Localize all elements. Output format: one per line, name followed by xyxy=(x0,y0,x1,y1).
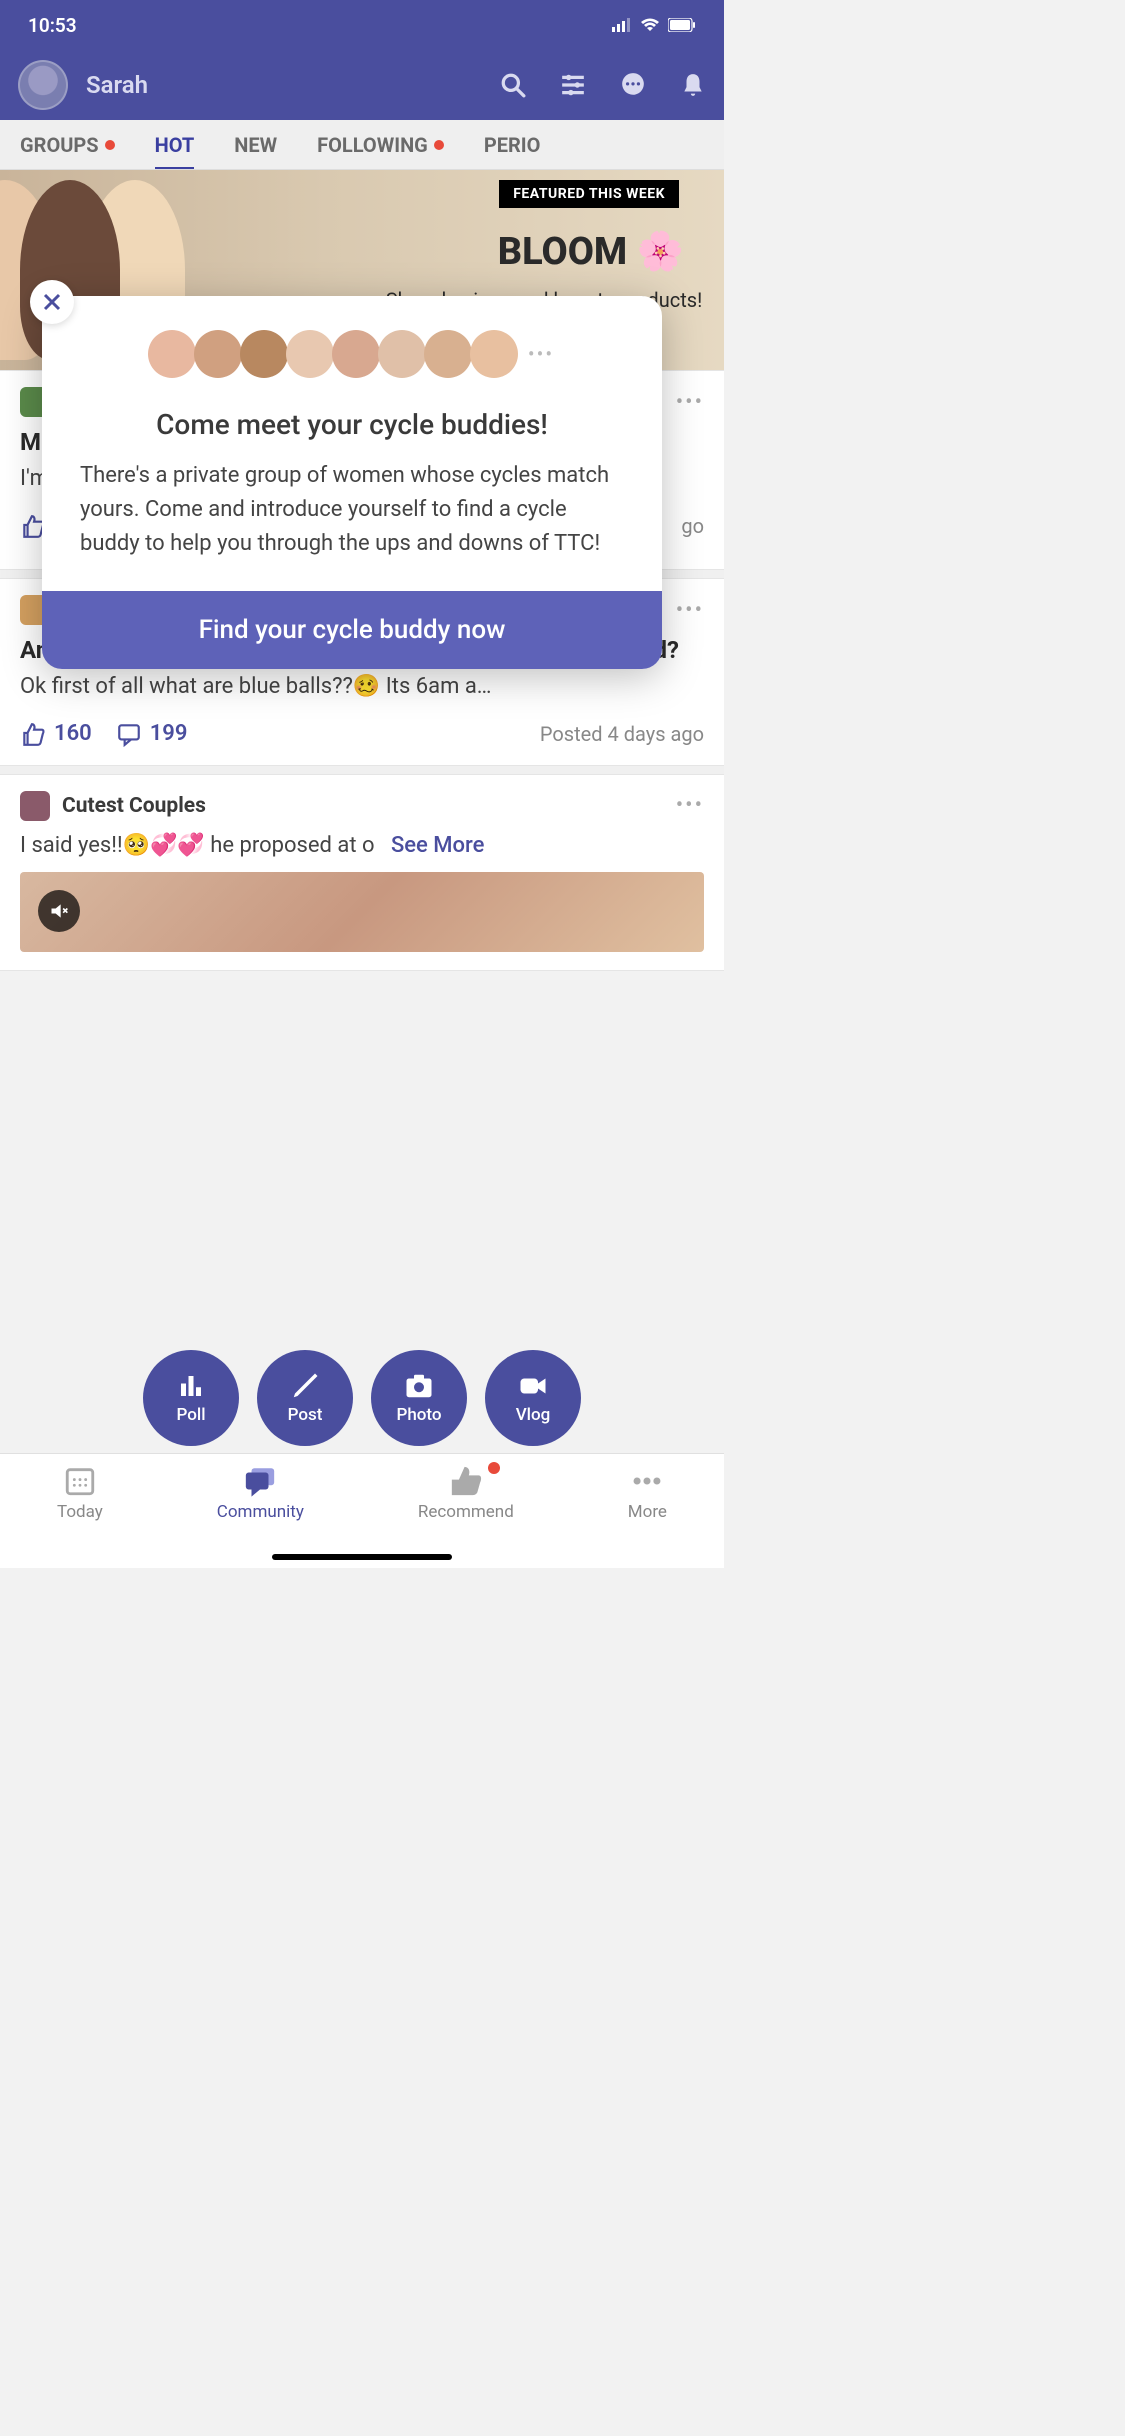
post-menu-icon[interactable]: ••• xyxy=(676,390,704,415)
modal-body: There's a private group of women whose c… xyxy=(42,459,662,591)
fab-poll[interactable]: Poll xyxy=(143,1350,239,1446)
fab-vlog[interactable]: Vlog xyxy=(485,1350,581,1446)
chat-icon[interactable] xyxy=(620,72,646,98)
tab-groups[interactable]: GROUPS xyxy=(20,133,115,157)
post-time: go xyxy=(681,514,704,538)
mute-button[interactable] xyxy=(38,890,80,932)
badge-dot xyxy=(488,1462,500,1474)
post-body: Ok first of all what are blue balls??🥴 I… xyxy=(20,672,704,703)
tab-hot[interactable]: HOT xyxy=(155,133,195,157)
app-header: Sarah xyxy=(0,50,724,120)
user-avatar[interactable] xyxy=(18,60,68,110)
modal-avatars: ••• xyxy=(42,296,662,398)
more-dots-icon: ••• xyxy=(528,342,554,366)
search-icon[interactable] xyxy=(500,72,526,98)
nav-community[interactable]: Community xyxy=(217,1464,304,1522)
comment-button[interactable]: 199 xyxy=(116,721,188,747)
fab-post[interactable]: Post xyxy=(257,1350,353,1446)
fab-photo[interactable]: Photo xyxy=(371,1350,467,1446)
bell-icon[interactable] xyxy=(680,72,706,98)
tab-period[interactable]: PERIO xyxy=(484,133,541,157)
post-menu-icon[interactable]: ••• xyxy=(676,598,704,623)
post-time: Posted 4 days ago xyxy=(540,722,704,746)
banner-title: BLOOM 🌸 xyxy=(498,230,684,274)
cellular-icon xyxy=(612,18,632,32)
user-name[interactable]: Sarah xyxy=(86,71,482,99)
wifi-icon xyxy=(640,18,660,32)
status-time: 10:53 xyxy=(28,14,77,37)
nav-recommend[interactable]: Recommend xyxy=(418,1464,514,1522)
modal-cta-button[interactable]: Find your cycle buddy now xyxy=(42,591,662,669)
post-image[interactable] xyxy=(20,872,704,952)
nav-today[interactable]: Today xyxy=(57,1464,103,1522)
cycle-buddies-modal: ••• Come meet your cycle buddies! There'… xyxy=(42,296,662,669)
filter-icon[interactable] xyxy=(560,72,586,98)
post-group-avatar xyxy=(20,791,50,821)
modal-title: Come meet your cycle buddies! xyxy=(42,398,662,459)
bottom-nav: Today Community Recommend More xyxy=(0,1453,724,1568)
home-indicator xyxy=(272,1554,452,1560)
compose-fabs: Poll Post Photo Vlog xyxy=(0,1350,724,1446)
post-group-name[interactable]: Cutest Couples xyxy=(62,794,664,818)
tab-following[interactable]: FOLLOWING xyxy=(317,133,444,157)
badge-dot xyxy=(105,140,115,150)
feed-tabs: GROUPS HOT NEW FOLLOWING PERIO xyxy=(0,120,724,170)
status-bar: 10:53 xyxy=(0,0,724,50)
battery-icon xyxy=(668,18,696,32)
like-button[interactable]: 160 xyxy=(20,721,92,747)
post-card[interactable]: Cutest Couples ••• I said yes!!🥺💞💞 he pr… xyxy=(0,774,724,971)
nav-more[interactable]: More xyxy=(628,1464,667,1522)
featured-badge: FEATURED THIS WEEK xyxy=(499,180,679,208)
badge-dot xyxy=(434,140,444,150)
modal-close-button[interactable] xyxy=(30,280,74,324)
tab-new[interactable]: NEW xyxy=(234,133,277,157)
status-icons xyxy=(612,18,696,32)
post-body: I said yes!!🥺💞💞 he proposed at o See Mor… xyxy=(20,831,704,862)
see-more-link[interactable]: See More xyxy=(391,833,484,858)
post-menu-icon[interactable]: ••• xyxy=(676,793,704,818)
